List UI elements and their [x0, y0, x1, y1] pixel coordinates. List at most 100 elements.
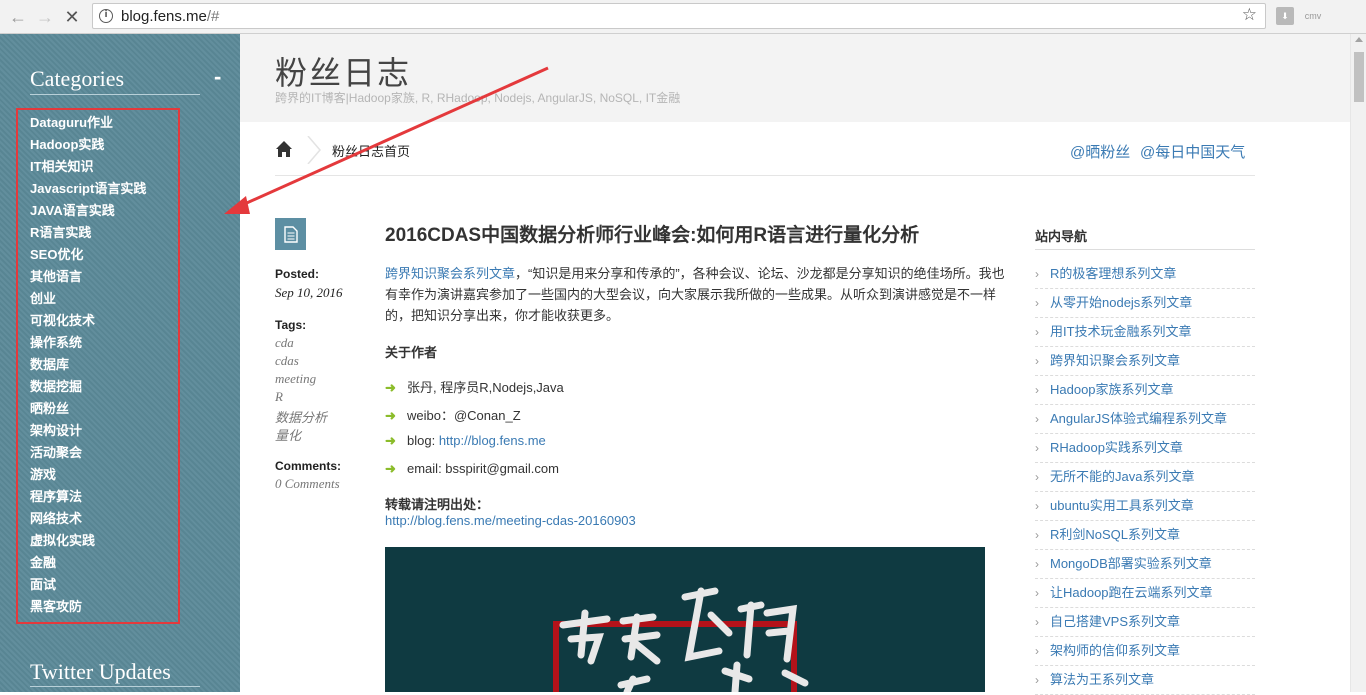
- chevron-right-icon: ›: [1035, 325, 1039, 339]
- scroll-thumb[interactable]: [1354, 52, 1364, 102]
- category-link[interactable]: Javascript语言实践: [30, 178, 146, 200]
- site-nav-item[interactable]: › MongoDB部署实验系列文章: [1035, 550, 1255, 579]
- site-nav-item[interactable]: › R利剑NoSQL系列文章: [1035, 521, 1255, 550]
- category-link[interactable]: SEO优化: [30, 244, 146, 266]
- arrow-right-icon: ➜: [385, 461, 396, 476]
- tag-link[interactable]: cdas: [275, 353, 299, 369]
- site-nav-item[interactable]: › 从零开始nodejs系列文章: [1035, 289, 1255, 318]
- event-banner-image: [385, 547, 985, 692]
- author-item: ➜ email: bsspirit@gmail.com: [385, 461, 559, 476]
- categories-heading: Categories: [30, 66, 125, 91]
- site-title[interactable]: 粉丝日志: [275, 48, 411, 94]
- category-link[interactable]: 游戏: [30, 464, 146, 486]
- chevron-right-icon: ›: [1035, 644, 1039, 658]
- site-nav-widget-title: 站内导航: [1035, 229, 1088, 244]
- category-link[interactable]: 黑客攻防: [30, 596, 146, 618]
- author-item: ➜ weibo：@Conan_Z: [385, 408, 521, 423]
- chevron-right-icon: ›: [1035, 383, 1039, 397]
- comments-link[interactable]: 0 Comments: [275, 476, 340, 492]
- category-link[interactable]: IT相关知识: [30, 156, 146, 178]
- page-scrollbar[interactable]: [1350, 34, 1366, 692]
- source-link[interactable]: http://blog.fens.me/meeting-cdas-2016090…: [385, 513, 636, 528]
- scroll-up-arrow-icon[interactable]: [1355, 37, 1363, 42]
- stop-loading-icon[interactable]: ✕: [60, 5, 84, 29]
- category-link[interactable]: 程序算法: [30, 486, 146, 508]
- site-nav-list: › R的极客理想系列文章 › 从零开始nodejs系列文章 › 用IT技术玩金融系列文…: [1035, 260, 1255, 695]
- bookmark-star-icon[interactable]: ☆: [1242, 5, 1257, 25]
- category-link[interactable]: 数据库: [30, 354, 146, 376]
- about-author-heading: 关于作者: [385, 345, 438, 360]
- site-nav-item[interactable]: › 跨界知识聚会系列文章: [1035, 347, 1255, 376]
- category-link[interactable]: 数据挖掘: [30, 376, 146, 398]
- nav-link-fans[interactable]: @晒粉丝: [1070, 141, 1130, 162]
- site-nav-item[interactable]: › Hadoop家族系列文章: [1035, 376, 1255, 405]
- category-link[interactable]: 金融: [30, 552, 146, 574]
- back-icon[interactable]: ←: [6, 5, 30, 29]
- info-icon[interactable]: i: [99, 9, 113, 23]
- site-nav-item[interactable]: › 架构师的信仰系列文章: [1035, 637, 1255, 666]
- divider: [30, 686, 200, 687]
- site-nav-item[interactable]: › R的极客理想系列文章: [1035, 260, 1255, 289]
- author-item: ➜ 张丹, 程序员R,Nodejs,Java: [385, 380, 564, 395]
- category-link[interactable]: 网络技术: [30, 508, 146, 530]
- category-link[interactable]: Dataguru作业: [30, 112, 146, 134]
- site-nav-item[interactable]: › 用IT技术玩金融系列文章: [1035, 318, 1255, 347]
- collapse-toggle[interactable]: -: [214, 64, 221, 90]
- tag-link[interactable]: 数据分析: [275, 407, 327, 426]
- site-subtitle: 跨界的IT博客|Hadoop家族, R, RHadoop, Nodejs, An…: [275, 91, 681, 105]
- divider: [30, 94, 200, 95]
- category-link[interactable]: 活动聚会: [30, 442, 146, 464]
- site-nav-item[interactable]: › 自己搭建VPS系列文章: [1035, 608, 1255, 637]
- nav-link-weather[interactable]: @每日中国天气: [1140, 141, 1245, 162]
- main-nav: 粉丝日志首页 @晒粉丝 @每日中国天气: [275, 128, 1255, 176]
- site-nav-item[interactable]: › 算法为王系列文章: [1035, 666, 1255, 695]
- arrow-right-icon: ➜: [385, 380, 396, 395]
- site-nav-item[interactable]: › AngularJS体验式编程系列文章: [1035, 405, 1255, 434]
- category-link[interactable]: Hadoop实践: [30, 134, 146, 156]
- chevron-right-icon: ›: [1035, 441, 1039, 455]
- address-bar[interactable]: i blog.fens.me/# ☆: [92, 3, 1266, 29]
- post-date: Sep 10, 2016: [275, 285, 343, 300]
- tag-link[interactable]: R: [275, 389, 283, 405]
- tag-link[interactable]: cda: [275, 335, 294, 351]
- arrow-right-icon: ➜: [385, 433, 396, 448]
- chevron-right-icon: ›: [1035, 673, 1039, 687]
- forward-icon[interactable]: →: [33, 5, 57, 29]
- calligraphy-art: [559, 587, 809, 692]
- post-title[interactable]: 2016CDAS中国数据分析师行业峰会:如何用R语言进行量化分析: [385, 220, 919, 247]
- chevron-right-icon: ›: [1035, 499, 1039, 513]
- category-link[interactable]: 晒粉丝: [30, 398, 146, 420]
- category-link[interactable]: 其他语言: [30, 266, 146, 288]
- home-icon[interactable]: [275, 140, 293, 158]
- category-link[interactable]: R语言实践: [30, 222, 146, 244]
- chevron-right-icon: ›: [1035, 267, 1039, 281]
- category-link[interactable]: 操作系统: [30, 332, 146, 354]
- left-sidebar: Categories - Dataguru作业 Hadoop实践 IT相关知识 …: [0, 34, 240, 692]
- site-nav-item[interactable]: › RHadoop实践系列文章: [1035, 434, 1255, 463]
- category-list: Dataguru作业 Hadoop实践 IT相关知识 Javascript语言实…: [30, 112, 146, 618]
- breadcrumb-separator: [307, 136, 321, 164]
- nav-home-link[interactable]: 粉丝日志首页: [332, 141, 410, 160]
- blog-link[interactable]: http://blog.fens.me: [439, 433, 546, 448]
- chevron-right-icon: ›: [1035, 557, 1039, 571]
- site-nav-item[interactable]: › 无所不能的Java系列文章: [1035, 463, 1255, 492]
- chevron-right-icon: ›: [1035, 470, 1039, 484]
- series-link[interactable]: 跨界知识聚会系列文章: [385, 266, 515, 281]
- posted-label: Posted:: [275, 267, 320, 281]
- extension-download-icon[interactable]: ⬇: [1276, 7, 1294, 25]
- category-link[interactable]: 创业: [30, 288, 146, 310]
- category-link[interactable]: 架构设计: [30, 420, 146, 442]
- site-nav-item[interactable]: › 让Hadoop跑在云端系列文章: [1035, 579, 1255, 608]
- category-link[interactable]: 虚拟化实践: [30, 530, 146, 552]
- site-nav-item[interactable]: › ubuntu实用工具系列文章: [1035, 492, 1255, 521]
- twitter-heading: Twitter Updates: [30, 659, 171, 684]
- extension-cmv-icon[interactable]: cmv: [1304, 7, 1322, 25]
- comments-label: Comments:: [275, 459, 342, 473]
- category-link[interactable]: 可视化技术: [30, 310, 146, 332]
- chevron-right-icon: ›: [1035, 528, 1039, 542]
- divider: [1035, 249, 1255, 250]
- category-link[interactable]: 面试: [30, 574, 146, 596]
- tag-link[interactable]: meeting: [275, 371, 316, 387]
- tag-link[interactable]: 量化: [275, 425, 301, 444]
- category-link[interactable]: JAVA语言实践: [30, 200, 146, 222]
